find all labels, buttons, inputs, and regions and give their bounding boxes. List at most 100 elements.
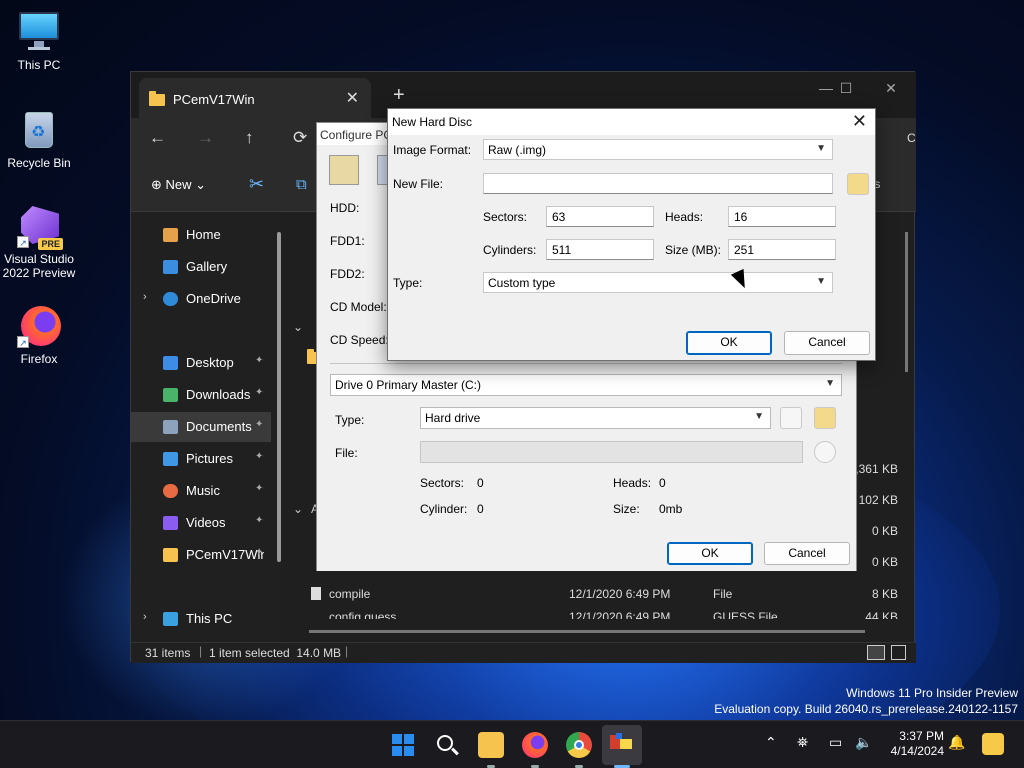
ok-button[interactable]: OK — [686, 331, 772, 355]
sectors-value: 0 — [477, 476, 484, 490]
download-icon — [163, 388, 178, 402]
cut-icon[interactable]: ✂ — [249, 174, 264, 195]
cancel-button[interactable]: Cancel — [784, 331, 870, 355]
ok-button[interactable]: OK — [667, 542, 753, 565]
maximize-button[interactable]: ☐ — [831, 80, 861, 97]
size-input[interactable]: 251 — [728, 239, 836, 260]
explorer-tab[interactable]: PCemV17Win ✕ — [139, 78, 371, 118]
group-chevron-icon[interactable]: ⌄ — [293, 320, 303, 334]
sidebar-item-music[interactable]: Music ✦ — [131, 476, 271, 506]
sidebar-item-desktop[interactable]: Desktop ✦ — [131, 348, 271, 378]
eject-icon[interactable] — [814, 441, 836, 463]
network-icon[interactable]: ⛯ — [797, 734, 808, 751]
close-icon[interactable]: ✕ — [852, 111, 867, 132]
file-size: 0 KB — [871, 524, 898, 538]
tab-close-button[interactable]: ✕ — [346, 88, 359, 108]
monitor-icon — [17, 10, 61, 54]
sidebar-item-label: Documents — [186, 419, 252, 434]
pin-icon: ✦ — [255, 355, 264, 366]
drive-select[interactable]: Drive 0 Primary Master (C:) ▼ — [330, 374, 842, 396]
tiles-view-button[interactable] — [891, 645, 906, 660]
sectors-input[interactable]: 63 — [546, 206, 654, 227]
volume-icon[interactable]: 🔈 — [855, 734, 872, 751]
sectors-label: Sectors: — [420, 476, 465, 490]
sidebar-item-pictures[interactable]: Pictures ✦ — [131, 444, 271, 474]
sidebar-item-gallery[interactable]: Gallery — [131, 252, 271, 282]
table-row[interactable]: config.guess 12/1/2020 6:49 PM GUESS Fil… — [281, 609, 914, 619]
up-arrow-icon[interactable]: ↑ — [245, 128, 254, 148]
details-view-button[interactable] — [867, 645, 885, 660]
chevron-down-icon: ▼ — [816, 276, 826, 287]
clock[interactable]: 3:37 PM 4/14/2024 — [884, 729, 944, 759]
browse-folder-icon[interactable] — [847, 173, 869, 195]
search-icon[interactable] — [434, 732, 460, 758]
file-size: 8 KB — [871, 587, 898, 601]
file-path-field[interactable] — [420, 441, 803, 463]
copilot-preview-icon[interactable] — [982, 733, 1004, 755]
chevron-up-icon[interactable]: ⌃ — [765, 734, 777, 751]
sidebar-item-videos[interactable]: Videos ✦ — [131, 508, 271, 538]
new-tab-button[interactable]: + — [393, 84, 405, 107]
sidebar-item-label: Music — [186, 483, 220, 498]
pcem-taskbar-button[interactable] — [602, 725, 642, 765]
new-label: New — [165, 177, 192, 192]
sidebar-item-onedrive[interactable]: › OneDrive — [131, 284, 271, 314]
chevron-down-icon: ▼ — [825, 378, 835, 389]
file-type: GUESS File — [713, 610, 778, 619]
home-icon — [163, 228, 178, 242]
desktop-icon-visual-studio[interactable]: PRE ↗ Visual Studio 2022 Preview — [1, 204, 77, 280]
sidebar-item-pcemv17win[interactable]: PCemV17Win ✦ — [131, 540, 271, 570]
copy-icon[interactable]: ⧉ — [296, 176, 307, 193]
search-box-fragment[interactable]: C — [907, 131, 916, 145]
desktop-icon-firefox[interactable]: ↗ Firefox — [1, 304, 77, 366]
table-row[interactable]: compile 12/1/2020 6:49 PM File 8 KB — [281, 579, 914, 609]
pictures-icon — [163, 452, 178, 466]
new-disk-icon[interactable] — [780, 407, 802, 429]
vertical-scrollbar[interactable] — [905, 232, 908, 372]
heads-label: Heads: — [665, 210, 704, 224]
cylinders-input[interactable]: 511 — [546, 239, 654, 260]
videos-icon — [163, 516, 178, 530]
heads-input[interactable]: 16 — [728, 206, 836, 227]
new-button[interactable]: ⊕ New ⌄ — [151, 177, 206, 193]
back-arrow-icon[interactable]: ← — [149, 128, 166, 148]
cd-model-label: CD Model: — [330, 300, 387, 314]
drive-select-value: Drive 0 Primary Master (C:) — [335, 378, 482, 392]
notification-bell-icon[interactable]: 🔔 — [948, 734, 965, 751]
chrome-icon[interactable] — [566, 732, 592, 758]
cancel-button[interactable]: Cancel — [764, 542, 850, 565]
desktop-icon-recycle-bin[interactable]: ♻ Recycle Bin — [1, 108, 77, 170]
close-window-button[interactable]: ✕ — [876, 80, 906, 97]
refresh-icon[interactable]: ⟳ — [293, 128, 307, 148]
group-chevron-icon[interactable]: ⌄ — [293, 502, 303, 516]
size-value: 0mb — [659, 502, 683, 516]
file-explorer-icon[interactable] — [478, 732, 504, 758]
music-icon — [163, 484, 178, 498]
start-button[interactable] — [390, 732, 416, 758]
image-format-select[interactable]: Raw (.img) ▼ — [483, 139, 833, 160]
folder-icon — [149, 91, 165, 106]
display-icon[interactable]: ▭ — [829, 734, 842, 751]
firefox-taskbar-icon[interactable] — [522, 732, 548, 758]
desktop-icon-this-pc[interactable]: This PC — [1, 10, 77, 72]
heads-label: Heads: — [613, 476, 652, 490]
file-type: File — [713, 587, 733, 601]
horizontal-scrollbar[interactable] — [309, 630, 865, 633]
motherboard-icon[interactable] — [329, 155, 359, 185]
sidebar-item-downloads[interactable]: Downloads ✦ — [131, 380, 271, 410]
forward-arrow-icon[interactable]: → — [197, 128, 214, 148]
pin-icon: ✦ — [255, 515, 264, 526]
desktop-icon-label: Firefox — [20, 352, 58, 366]
new-file-field[interactable] — [483, 173, 833, 194]
drive-type-select[interactable]: Hard drive ▼ — [420, 407, 771, 429]
shortcut-arrow-icon: ↗ — [17, 236, 29, 248]
chevron-right-icon[interactable]: › — [143, 291, 147, 303]
file-size: 0 KB — [871, 555, 898, 569]
open-folder-icon[interactable] — [814, 407, 836, 429]
sidebar-item-home[interactable]: Home — [131, 220, 271, 250]
sidebar-item-this-pc[interactable]: › This PC — [131, 604, 271, 634]
chevron-right-icon[interactable]: › — [143, 611, 147, 623]
file-size: 102 KB — [858, 493, 898, 507]
type-select[interactable]: Custom type ▼ — [483, 272, 833, 293]
sidebar-item-documents[interactable]: Documents ✦ — [131, 412, 271, 442]
